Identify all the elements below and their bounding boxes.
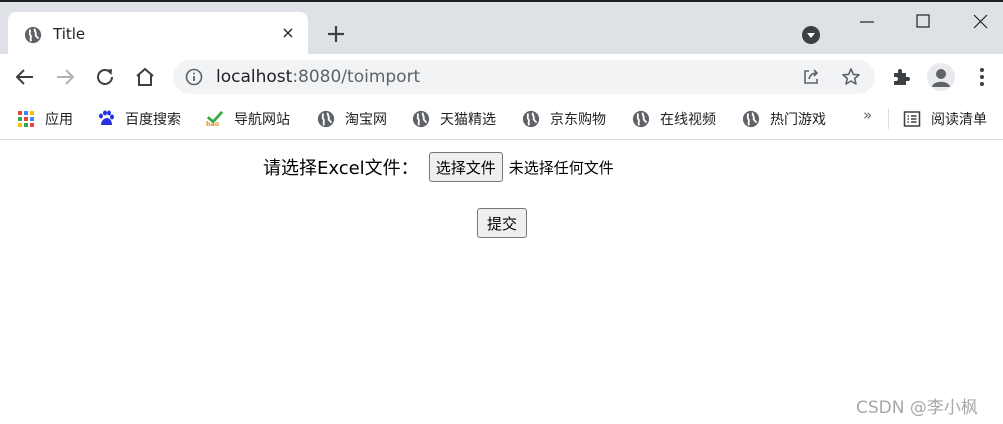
share-icon[interactable] bbox=[801, 67, 821, 87]
url-path: :8080/toimport bbox=[292, 67, 421, 87]
file-upload-row: 请选择Excel文件： 选择文件 未选择任何文件 bbox=[263, 151, 614, 183]
bookmark-label: 应用 bbox=[45, 112, 73, 128]
bookmark-video[interactable]: 在线视频 bbox=[632, 107, 716, 131]
bookmark-label: 百度搜索 bbox=[125, 112, 181, 128]
bookmark-games[interactable]: 热门游戏 bbox=[742, 107, 826, 131]
bookmarks-bar: 应用 百度搜索 hao 导航网站 淘宝网 天猫精选 京东购物 在线视频 热门游戏… bbox=[0, 100, 1003, 140]
bookmarks-overflow-chevron[interactable]: » bbox=[863, 106, 872, 124]
svg-text:hao: hao bbox=[206, 121, 220, 128]
reading-list-icon bbox=[903, 111, 921, 127]
bookmark-label: 天猫精选 bbox=[440, 112, 496, 128]
new-tab-icon[interactable] bbox=[322, 20, 350, 48]
tab-search-icon[interactable] bbox=[800, 24, 822, 46]
minimize-icon[interactable] bbox=[847, 10, 887, 34]
tab-close-icon[interactable]: × bbox=[278, 23, 298, 43]
home-icon[interactable] bbox=[133, 65, 157, 89]
window-close-icon[interactable] bbox=[961, 10, 1001, 34]
profile-avatar-icon[interactable] bbox=[927, 63, 955, 91]
forward-arrow-icon[interactable] bbox=[53, 65, 77, 89]
reading-list[interactable]: 阅读清单 bbox=[903, 107, 987, 131]
bookmark-star-icon[interactable] bbox=[841, 67, 861, 87]
bookmark-label: 京东购物 bbox=[550, 112, 606, 128]
browser-tab[interactable]: Title × bbox=[8, 12, 308, 56]
maximize-icon[interactable] bbox=[903, 10, 943, 34]
back-arrow-icon[interactable] bbox=[13, 65, 37, 89]
bookmark-label: 导航网站 bbox=[234, 112, 290, 128]
bookmark-jd[interactable]: 京东购物 bbox=[522, 107, 606, 131]
url-text[interactable]: localhost:8080/toimport bbox=[216, 67, 420, 87]
globe-icon bbox=[742, 110, 760, 128]
globe-icon bbox=[24, 26, 42, 44]
submit-button[interactable]: 提交 bbox=[477, 208, 528, 238]
choose-file-button[interactable]: 选择文件 bbox=[428, 152, 503, 182]
bookmark-baidu[interactable]: 百度搜索 bbox=[97, 107, 181, 131]
reload-icon[interactable] bbox=[93, 65, 117, 89]
bookmark-hao[interactable]: hao 导航网站 bbox=[206, 107, 290, 131]
tab-strip: Title × bbox=[0, 0, 1003, 56]
site-info-icon[interactable] bbox=[185, 68, 203, 86]
reading-list-label: 阅读清单 bbox=[931, 112, 987, 128]
globe-icon bbox=[522, 110, 540, 128]
bookmark-label: 热门游戏 bbox=[770, 112, 826, 128]
bookmark-taobao[interactable]: 淘宝网 bbox=[317, 107, 387, 131]
bookmark-label: 在线视频 bbox=[660, 112, 716, 128]
extensions-puzzle-icon[interactable] bbox=[890, 66, 912, 88]
kebab-menu-icon[interactable] bbox=[972, 66, 992, 88]
globe-icon bbox=[317, 110, 335, 128]
watermark: CSDN @李小枫 bbox=[856, 398, 978, 418]
file-label: 请选择Excel文件： bbox=[263, 158, 419, 179]
no-file-chosen-text: 未选择任何文件 bbox=[508, 158, 614, 177]
address-bar[interactable]: localhost:8080/toimport bbox=[173, 60, 875, 94]
hao-icon: hao bbox=[206, 110, 224, 128]
bookmarks-divider bbox=[888, 109, 889, 129]
bookmark-label: 淘宝网 bbox=[345, 112, 387, 128]
globe-icon bbox=[412, 110, 430, 128]
url-host: localhost bbox=[216, 67, 293, 87]
baidu-paw-icon bbox=[99, 110, 114, 125]
browser-toolbar: localhost:8080/toimport bbox=[0, 54, 1003, 100]
bookmark-apps[interactable]: 应用 bbox=[17, 107, 73, 131]
person-icon bbox=[932, 69, 950, 87]
globe-icon bbox=[632, 110, 650, 128]
apps-grid-icon bbox=[18, 111, 34, 127]
tab-title: Title bbox=[53, 25, 86, 43]
page-content: 请选择Excel文件： 选择文件 未选择任何文件 提交 CSDN @李小枫 bbox=[0, 141, 1003, 424]
bookmark-tmall[interactable]: 天猫精选 bbox=[412, 107, 496, 131]
